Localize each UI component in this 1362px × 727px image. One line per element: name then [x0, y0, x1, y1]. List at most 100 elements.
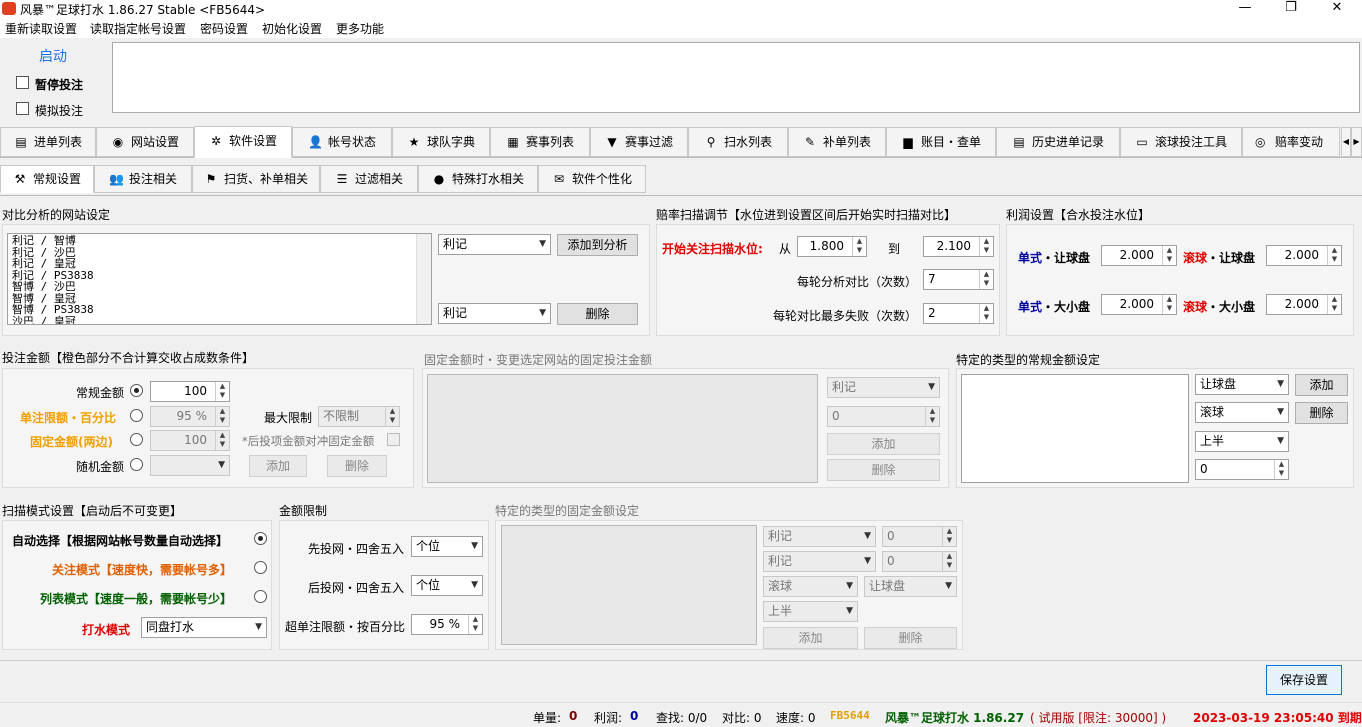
type-fixed-delete-button[interactable]: 删除	[864, 627, 957, 649]
subtab-filter[interactable]: ☰ 过滤相关	[320, 165, 418, 193]
menu-more[interactable]: 更多功能	[336, 20, 384, 37]
subtab-general[interactable]: ⚒ 常规设置	[0, 165, 94, 193]
type-fixed-site-a[interactable]: 利记 ▼	[763, 526, 876, 547]
type-normal-select-2[interactable]: 滚球 ▼	[1195, 402, 1289, 423]
fixed-amount-radio[interactable]	[130, 433, 143, 446]
tab-orders[interactable]: ▤ 进单列表	[0, 127, 96, 157]
tab-history-orders[interactable]: ▤ 历史进单记录	[996, 127, 1120, 157]
fixed-site-amount-stepper[interactable]: 0 ▲ ▼	[827, 406, 940, 427]
type-normal-list[interactable]	[961, 374, 1189, 483]
delete-analysis-button[interactable]: 删除	[557, 303, 638, 325]
fixed-site-list[interactable]	[427, 374, 818, 483]
first-round-select[interactable]: 个位 ▼	[411, 536, 483, 557]
compare-site2-select[interactable]: 利记 ▼	[438, 303, 551, 324]
rounds-stepper[interactable]: 7 ▲ ▼	[923, 269, 994, 290]
fixed-site-title: 固定金额时・变更选定网站的固定投注金额	[424, 353, 653, 367]
list-item[interactable]: 利记 / 皇冠	[12, 258, 427, 270]
list-item[interactable]: 沙巴 / 皇冠	[12, 315, 427, 324]
fixed-amount-stepper[interactable]: 100 ▲ ▼	[150, 430, 230, 451]
type-fixed-rolling-select[interactable]: 滚球 ▼	[763, 576, 858, 597]
type-fixed-add-button[interactable]: 添加	[763, 627, 858, 649]
type-fixed-site-b[interactable]: 利记 ▼	[763, 551, 876, 572]
random-amount-select[interactable]: ▼	[150, 455, 230, 476]
scan-to-stepper[interactable]: 2.100 ▲ ▼	[923, 236, 994, 257]
type-normal-select-1[interactable]: 让球盘 ▼	[1195, 374, 1289, 395]
focus-mode-radio[interactable]	[254, 561, 267, 574]
water-mode-select[interactable]: 同盘打水 ▼	[141, 617, 267, 638]
type-fixed-half-select[interactable]: 上半 ▼	[763, 601, 858, 622]
tab-scroll-left-button[interactable]: ◀	[1341, 127, 1351, 157]
fixed-site-delete-button[interactable]: 删除	[827, 459, 940, 481]
single-overunder-stepper[interactable]: 2.000 ▲ ▼	[1101, 294, 1177, 315]
tab-supplement-list[interactable]: ✎ 补单列表	[788, 127, 886, 157]
save-settings-button[interactable]: 保存设置	[1266, 665, 1342, 695]
tab-accounts-check[interactable]: ▆ 账目・查单	[886, 127, 996, 157]
simulate-bet-checkbox[interactable]	[16, 102, 29, 118]
fixed-site-add-button[interactable]: 添加	[827, 433, 940, 455]
subtab-betting[interactable]: 👥 投注相关	[94, 165, 192, 193]
type-normal-select-3[interactable]: 上半 ▼	[1195, 431, 1289, 452]
close-button[interactable]: ✕	[1314, 0, 1360, 18]
tab-site-settings[interactable]: ◉ 网站设置	[96, 127, 194, 157]
menu-load-account-settings[interactable]: 读取指定帐号设置	[90, 20, 186, 37]
menu-password[interactable]: 密码设置	[200, 20, 248, 37]
document-icon: ▆	[903, 135, 913, 149]
type-fixed-list[interactable]	[501, 525, 757, 645]
type-fixed-amount-a[interactable]: 0 ▲ ▼	[882, 526, 957, 547]
tab-match-filter[interactable]: ▼ 赛事过滤	[590, 127, 688, 157]
type-normal-amount-stepper[interactable]: 0 ▲ ▼	[1195, 459, 1289, 480]
list-item[interactable]: 智博 / 沙巴	[12, 281, 427, 293]
rolling-handicap-stepper[interactable]: 2.000 ▲ ▼	[1266, 245, 1342, 266]
tab-rolling-tool[interactable]: ▭ 滚球投注工具	[1120, 127, 1242, 157]
menu-init-settings[interactable]: 初始化设置	[262, 20, 322, 37]
minimize-button[interactable]: —	[1222, 0, 1268, 18]
type-fixed-amount-b[interactable]: 0 ▲ ▼	[882, 551, 957, 572]
random-delete-button[interactable]: 删除	[327, 455, 387, 477]
tab-account-status[interactable]: 👤 帐号状态	[292, 127, 392, 157]
tab-odds-change[interactable]: ◎ 赔率变动	[1242, 127, 1340, 157]
normal-amount-stepper[interactable]: 100 ▲ ▼	[150, 381, 230, 402]
single-limit-pct-stepper[interactable]: 95 % ▲ ▼	[150, 406, 230, 427]
compare-site1-select[interactable]: 利记 ▼	[438, 234, 551, 255]
tab-scan-list[interactable]: ⚲ 扫水列表	[688, 127, 788, 157]
scan-section-title: 赔率扫描调节【水位进到设置区间后开始实时扫描对比】	[656, 208, 957, 222]
list-item[interactable]: 利记 / 智博	[12, 235, 427, 247]
type-fixed-handicap-select[interactable]: 让球盘 ▼	[864, 576, 957, 597]
menu-reload-settings[interactable]: 重新读取设置	[5, 20, 77, 37]
list-item[interactable]: 智博 / PS3838	[12, 304, 427, 316]
max-limit-stepper[interactable]: 不限制 ▲ ▼	[318, 406, 400, 427]
status-find: 查找: 0/0	[656, 711, 708, 725]
after-round-select[interactable]: 个位 ▼	[411, 575, 483, 596]
single-overunder-label: 单式・大小盘	[1018, 300, 1091, 314]
maximize-button[interactable]: ❐	[1268, 0, 1314, 18]
subtab-sweep-supplement[interactable]: ⚑ 扫货、补单相关	[192, 165, 320, 193]
random-add-button[interactable]: 添加	[249, 455, 307, 477]
hedge-fixed-checkbox[interactable]	[387, 433, 400, 446]
auto-select-radio[interactable]	[254, 532, 267, 545]
scan-from-stepper[interactable]: 1.800 ▲ ▼	[797, 236, 867, 257]
compare-list[interactable]: 利记 / 智博 利记 / 沙巴 利记 / 皇冠 利记 / PS3838 智博 /…	[7, 233, 432, 325]
subtab-personalize[interactable]: ✉ 软件个性化	[538, 165, 646, 193]
fails-stepper[interactable]: 2 ▲ ▼	[923, 303, 994, 324]
fixed-site-select[interactable]: 利记 ▼	[827, 377, 940, 398]
list-scrollbar[interactable]	[416, 234, 431, 324]
tab-software-settings[interactable]: ✲ 软件设置	[194, 126, 292, 158]
start-button[interactable]: 启动	[4, 44, 102, 70]
type-normal-add-button[interactable]: 添加	[1295, 374, 1348, 396]
log-textbox[interactable]	[112, 42, 1360, 113]
single-handicap-stepper[interactable]: 2.000 ▲ ▼	[1101, 245, 1177, 266]
tab-scroll-right-button[interactable]: ▶	[1351, 127, 1362, 157]
rolling-overunder-stepper[interactable]: 2.000 ▲ ▼	[1266, 294, 1342, 315]
type-normal-delete-button[interactable]: 删除	[1295, 402, 1348, 424]
tab-match-list[interactable]: ▦ 赛事列表	[490, 127, 590, 157]
random-amount-radio[interactable]	[130, 458, 143, 471]
normal-amount-radio[interactable]	[130, 384, 143, 397]
list-mode-radio[interactable]	[254, 590, 267, 603]
pause-bet-checkbox[interactable]	[16, 76, 29, 92]
over-limit-stepper[interactable]: 95 % ▲ ▼	[411, 614, 483, 635]
add-to-analysis-button[interactable]: 添加到分析	[557, 234, 638, 256]
chevron-down-icon: ▼	[471, 580, 478, 590]
subtab-special[interactable]: ● 特殊打水相关	[418, 165, 538, 193]
single-limit-pct-radio[interactable]	[130, 409, 143, 422]
tab-team-dictionary[interactable]: ★ 球队字典	[392, 127, 490, 157]
